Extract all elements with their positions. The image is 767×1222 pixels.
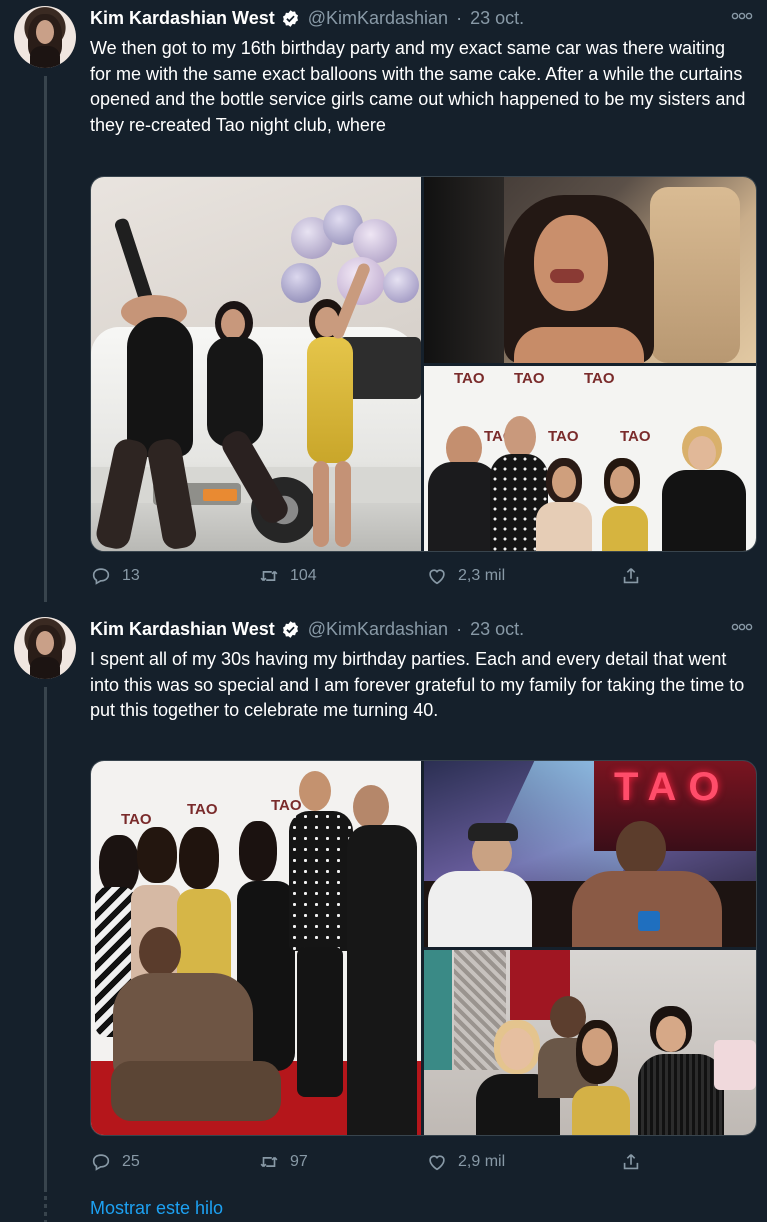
tao-sign: TAO bbox=[584, 370, 615, 387]
photo-car-sisters[interactable] bbox=[91, 177, 421, 551]
tweet-date[interactable]: 23 oct. bbox=[470, 8, 524, 29]
reply-icon bbox=[92, 1154, 110, 1171]
tao-sign: TAO bbox=[121, 811, 152, 828]
like-count: 2,9 mil bbox=[458, 1153, 506, 1170]
tao-sign: TAO bbox=[620, 428, 651, 445]
media-grid[interactable]: TAO TAO TAO TAO TAO TAO bbox=[90, 176, 757, 552]
tao-sign: TAO bbox=[271, 797, 302, 814]
tao-sign: TAO bbox=[514, 370, 545, 387]
tweet-header: Kim Kardashian West @KimKardashian · 23 … bbox=[90, 617, 524, 641]
separator: · bbox=[456, 7, 463, 28]
author-name[interactable]: Kim Kardashian West bbox=[90, 8, 275, 29]
author-name[interactable]: Kim Kardashian West bbox=[90, 619, 275, 640]
tweet[interactable]: Kim Kardashian West @KimKardashian · 23 … bbox=[0, 611, 767, 1192]
more-options-icon[interactable] bbox=[731, 619, 753, 635]
show-thread-link[interactable]: Mostrar este hilo bbox=[90, 1198, 223, 1219]
tweet-actions: 13 104 2,3 mil bbox=[90, 564, 690, 588]
verified-badge-icon bbox=[282, 620, 298, 638]
share-icon bbox=[623, 568, 639, 584]
thread-line bbox=[44, 76, 47, 602]
more-options-icon[interactable] bbox=[731, 8, 753, 24]
thread-line bbox=[44, 687, 47, 1192]
retweet-button[interactable]: 97 bbox=[258, 1150, 308, 1174]
reply-count: 13 bbox=[122, 567, 140, 584]
like-count: 2,3 mil bbox=[458, 567, 506, 584]
retweet-icon bbox=[260, 570, 278, 582]
photo-family-closeup[interactable] bbox=[424, 950, 756, 1135]
like-icon bbox=[429, 1155, 445, 1171]
avatar[interactable] bbox=[14, 617, 76, 679]
tweet-text: We then got to my 16th birthday party an… bbox=[90, 38, 746, 135]
reply-button[interactable]: 13 bbox=[90, 564, 140, 588]
like-button[interactable]: 2,9 mil bbox=[426, 1150, 505, 1174]
retweet-button[interactable]: 104 bbox=[258, 564, 317, 588]
tweet-text: I spent all of my 30s having my birthday… bbox=[90, 649, 745, 720]
tweet-actions: 25 97 2,9 mil bbox=[90, 1150, 690, 1174]
tao-neon-sign: TAO bbox=[614, 765, 732, 809]
author-handle[interactable]: @KimKardashian bbox=[308, 619, 448, 640]
thread-continuation-dots bbox=[44, 1196, 47, 1222]
photo-family-group[interactable]: TAO TAO TAO bbox=[91, 761, 421, 1135]
tao-sign: TAO bbox=[454, 370, 485, 387]
media-grid[interactable]: TAO TAO TAO TAO bbox=[90, 760, 757, 1136]
reply-icon bbox=[92, 568, 110, 585]
separator: · bbox=[456, 618, 463, 639]
tao-sign: TAO bbox=[548, 428, 579, 445]
retweet-icon bbox=[260, 1156, 278, 1168]
share-button[interactable] bbox=[620, 564, 642, 588]
verified-badge-icon bbox=[282, 9, 298, 27]
reply-button[interactable]: 25 bbox=[90, 1150, 140, 1174]
photo-tao-stage[interactable]: TAO bbox=[424, 761, 756, 947]
photo-car-interior[interactable] bbox=[424, 177, 756, 363]
avatar[interactable] bbox=[14, 6, 76, 68]
tweet-header: Kim Kardashian West @KimKardashian · 23 … bbox=[90, 6, 524, 30]
retweet-count: 104 bbox=[290, 567, 317, 584]
author-handle[interactable]: @KimKardashian bbox=[308, 8, 448, 29]
share-icon bbox=[623, 1154, 639, 1170]
photo-tao-group[interactable]: TAO TAO TAO TAO TAO TAO bbox=[424, 366, 756, 551]
tweet[interactable]: Kim Kardashian West @KimKardashian · 23 … bbox=[0, 0, 767, 602]
reply-count: 25 bbox=[122, 1153, 140, 1170]
tweet-date[interactable]: 23 oct. bbox=[470, 619, 524, 640]
retweet-count: 97 bbox=[290, 1153, 308, 1170]
tao-sign: TAO bbox=[187, 801, 218, 818]
like-icon bbox=[429, 569, 445, 585]
share-button[interactable] bbox=[620, 1150, 642, 1174]
like-button[interactable]: 2,3 mil bbox=[426, 564, 505, 588]
